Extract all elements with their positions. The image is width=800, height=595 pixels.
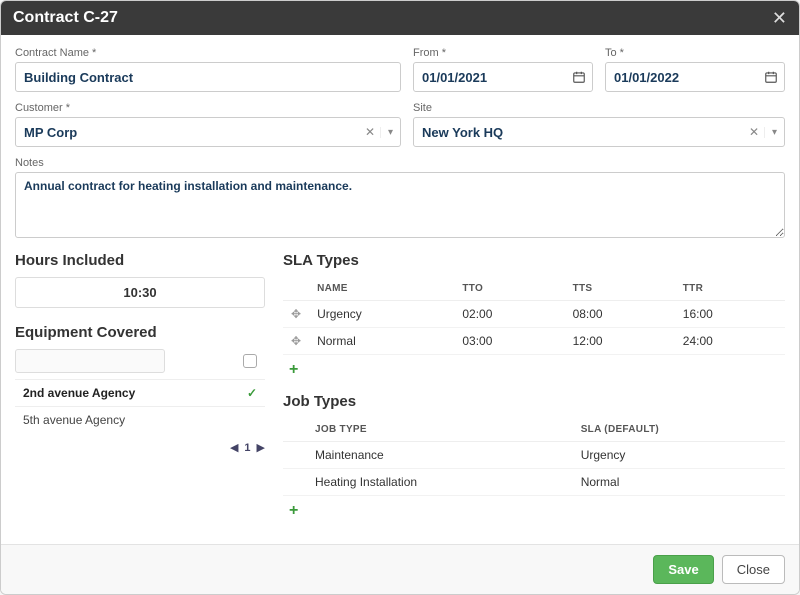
equipment-search-input[interactable] xyxy=(15,349,165,373)
select-all-checkbox[interactable] xyxy=(243,354,257,368)
notes-textarea[interactable] xyxy=(15,172,785,238)
contract-name-input[interactable] xyxy=(15,62,401,92)
customer-value: MP Corp xyxy=(16,125,360,140)
close-icon[interactable]: ✕ xyxy=(772,9,787,27)
add-job-button[interactable]: + xyxy=(283,500,304,522)
hours-included-title: Hours Included xyxy=(15,252,265,269)
hours-value[interactable]: 10:30 xyxy=(15,277,265,308)
sla-tto: 02:00 xyxy=(454,301,564,328)
equipment-item[interactable]: 5th avenue Agency xyxy=(15,406,265,433)
save-button[interactable]: Save xyxy=(653,555,713,584)
job-col-type: JOB TYPE xyxy=(307,418,573,442)
sla-tts: 08:00 xyxy=(565,301,675,328)
equipment-item[interactable]: 2nd avenue Agency ✓ xyxy=(15,379,265,406)
equipment-pager: ◀ 1 ▶ xyxy=(15,441,265,454)
clear-icon[interactable]: ✕ xyxy=(744,125,764,139)
to-label: To * xyxy=(605,47,785,59)
job-types-title: Job Types xyxy=(283,393,785,410)
pager-current[interactable]: 1 xyxy=(244,442,250,454)
site-value: New York HQ xyxy=(414,125,744,140)
sla-tto: 03:00 xyxy=(454,328,564,355)
sla-table: NAME TTO TTS TTR ✥ Urgency 02:00 08:00 1 xyxy=(283,277,785,355)
customer-select[interactable]: MP Corp ✕ ▾ xyxy=(15,117,401,147)
job-type: Heating Installation xyxy=(307,469,573,496)
job-type: Maintenance xyxy=(307,442,573,469)
chevron-down-icon[interactable]: ▾ xyxy=(764,127,784,138)
table-row[interactable]: ✥ Normal 03:00 12:00 24:00 xyxy=(283,328,785,355)
job-table: JOB TYPE SLA (DEFAULT) Maintenance Urgen… xyxy=(283,418,785,496)
pager-next-icon[interactable]: ▶ xyxy=(257,441,265,454)
dialog-title: Contract C-27 xyxy=(13,9,118,27)
job-sla: Urgency xyxy=(573,442,785,469)
site-select[interactable]: New York HQ ✕ ▾ xyxy=(413,117,785,147)
notes-label: Notes xyxy=(15,157,785,169)
sla-ttr: 16:00 xyxy=(675,301,785,328)
from-date-input[interactable] xyxy=(413,62,593,92)
chevron-down-icon[interactable]: ▾ xyxy=(380,127,400,138)
sla-name: Normal xyxy=(309,328,454,355)
table-row[interactable]: Heating Installation Normal xyxy=(283,469,785,496)
site-label: Site xyxy=(413,102,785,114)
check-icon: ✓ xyxy=(247,386,257,400)
close-button[interactable]: Close xyxy=(722,555,785,584)
sla-name: Urgency xyxy=(309,301,454,328)
equipment-item-label: 5th avenue Agency xyxy=(23,413,125,427)
clear-icon[interactable]: ✕ xyxy=(360,125,380,139)
job-sla: Normal xyxy=(573,469,785,496)
table-row[interactable]: Maintenance Urgency xyxy=(283,442,785,469)
customer-label: Customer * xyxy=(15,102,401,114)
to-date-input[interactable] xyxy=(605,62,785,92)
equipment-item-label: 2nd avenue Agency xyxy=(23,386,135,400)
pager-prev-icon[interactable]: ◀ xyxy=(230,441,238,454)
drag-handle-icon[interactable]: ✥ xyxy=(291,307,301,321)
job-col-sla: SLA (DEFAULT) xyxy=(573,418,785,442)
contract-name-label: Contract Name * xyxy=(15,47,401,59)
sla-col-name: NAME xyxy=(309,277,454,301)
add-sla-button[interactable]: + xyxy=(283,359,304,381)
sla-col-tts: TTS xyxy=(565,277,675,301)
drag-handle-icon[interactable]: ✥ xyxy=(291,334,301,348)
from-label: From * xyxy=(413,47,593,59)
table-row[interactable]: ✥ Urgency 02:00 08:00 16:00 xyxy=(283,301,785,328)
sla-col-ttr: TTR xyxy=(675,277,785,301)
sla-types-title: SLA Types xyxy=(283,252,785,269)
equipment-covered-title: Equipment Covered xyxy=(15,324,265,341)
sla-ttr: 24:00 xyxy=(675,328,785,355)
sla-tts: 12:00 xyxy=(565,328,675,355)
sla-col-tto: TTO xyxy=(454,277,564,301)
